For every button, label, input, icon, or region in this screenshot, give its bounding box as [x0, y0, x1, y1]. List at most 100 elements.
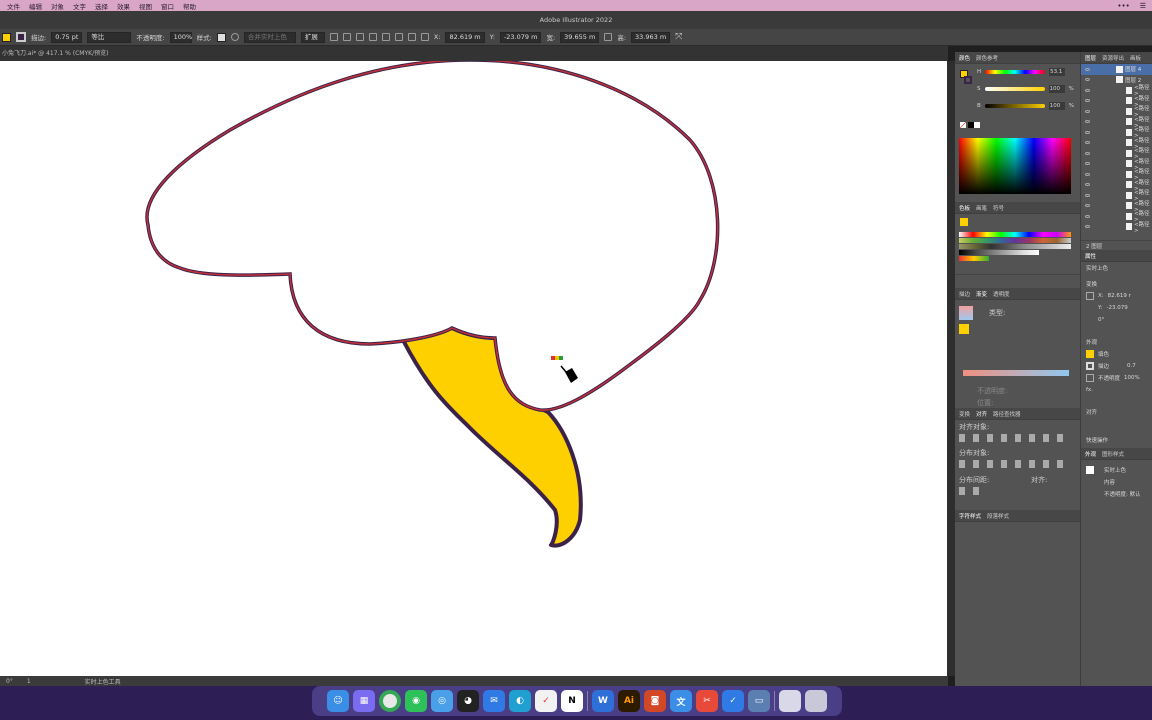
folder-icon[interactable] — [779, 690, 801, 712]
transform-icon[interactable]: ⤧ — [675, 32, 682, 42]
artboard-number[interactable]: 1 — [27, 678, 31, 685]
menu-file[interactable]: 文件 — [7, 1, 20, 11]
spacing-buttons[interactable] — [959, 487, 983, 495]
translate-icon[interactable]: 文 — [670, 690, 692, 712]
menu-effect[interactable]: 效果 — [117, 1, 130, 11]
eye-icon[interactable] — [1085, 99, 1090, 103]
tab-swatches[interactable]: 色板 — [959, 204, 970, 212]
menu-help[interactable]: 帮助 — [183, 1, 196, 11]
height-field[interactable]: 33.963 m — [631, 31, 671, 43]
stroke-weight-field[interactable]: 0.75 pt — [51, 31, 83, 43]
prop-y-field[interactable]: -23.079 — [1106, 305, 1127, 311]
tab-artboards[interactable]: 画板 — [1130, 54, 1141, 62]
align-top-icon[interactable] — [381, 33, 390, 41]
align-bottom-icon[interactable] — [407, 33, 416, 41]
opacity-field[interactable]: 100% — [169, 31, 192, 43]
artboard-icon[interactable] — [329, 33, 338, 41]
cut-icon[interactable]: ✂ — [696, 690, 718, 712]
stroke-color-chip[interactable] — [964, 76, 972, 84]
stroke-swatch[interactable] — [16, 32, 26, 42]
eye-icon[interactable] — [1085, 109, 1090, 113]
align-buttons[interactable] — [959, 434, 1069, 442]
brightness-value[interactable]: 100 — [1048, 102, 1065, 110]
menu-select[interactable]: 选择 — [95, 1, 108, 11]
eye-icon[interactable] — [1085, 130, 1090, 134]
appearance-content-row[interactable]: 内容 — [1081, 476, 1152, 488]
prop-opacity-field[interactable]: 100% — [1124, 375, 1140, 381]
tab-char-styles[interactable]: 字符样式 — [959, 512, 981, 520]
eye-icon[interactable] — [1085, 78, 1090, 82]
fx-button[interactable]: fx. — [1081, 384, 1152, 396]
edge-icon[interactable]: ◐ — [509, 690, 531, 712]
stroke-profile-select[interactable]: 等比 — [87, 31, 132, 43]
align-middle-icon[interactable] — [394, 33, 403, 41]
prop-angle-field[interactable]: 0° — [1098, 317, 1104, 323]
transform-ref-icon[interactable] — [420, 33, 429, 41]
link-icon[interactable] — [604, 33, 613, 41]
more-icon[interactable]: ••• — [1117, 2, 1129, 10]
merge-live-paint-button[interactable]: 合并实时上色 — [243, 31, 296, 43]
layer-row[interactable]: <路径> — [1081, 222, 1152, 234]
eye-icon[interactable] — [1085, 162, 1090, 166]
eye-icon[interactable] — [1085, 204, 1090, 208]
tab-properties[interactable]: 属性 — [1085, 252, 1096, 260]
reference-point-icon[interactable] — [1086, 292, 1094, 300]
prop-x-field[interactable]: 82.619 r — [1108, 293, 1131, 299]
menu-type[interactable]: 文字 — [73, 1, 86, 11]
none-swatch[interactable] — [960, 122, 966, 128]
launchpad-icon[interactable]: ▦ — [353, 690, 375, 712]
eye-icon[interactable] — [1085, 225, 1090, 229]
hue-slider[interactable] — [985, 70, 1046, 74]
hue-value[interactable]: 53.1 — [1049, 68, 1066, 76]
style-swatch[interactable] — [216, 32, 226, 42]
finder-icon[interactable]: ☺ — [327, 690, 349, 712]
y-field[interactable]: -23.079 m — [499, 31, 542, 43]
eye-icon[interactable] — [1085, 120, 1090, 124]
tab-appearance[interactable]: 外观 — [1085, 450, 1096, 458]
notion-icon[interactable]: N — [561, 690, 583, 712]
eye-icon[interactable] — [1085, 67, 1090, 71]
eye-icon[interactable] — [1085, 88, 1090, 92]
align-left-icon[interactable] — [342, 33, 351, 41]
word-icon[interactable]: W — [592, 690, 614, 712]
tab-stroke[interactable]: 描边 — [959, 290, 970, 298]
tab-gradient[interactable]: 渐变 — [976, 290, 987, 298]
width-field[interactable]: 39.655 m — [560, 31, 600, 43]
eye-icon[interactable] — [1085, 141, 1090, 145]
tab-pathfinder[interactable]: 路径查找器 — [993, 410, 1021, 418]
recolor-icon[interactable] — [230, 33, 239, 41]
align-center-icon[interactable] — [355, 33, 364, 41]
tab-symbols[interactable]: 符号 — [993, 204, 1004, 212]
control-center-icon[interactable]: ☰ — [1140, 2, 1146, 10]
tab-transparency[interactable]: 透明度 — [993, 290, 1010, 298]
eye-icon[interactable] — [1085, 214, 1090, 218]
preview-icon[interactable]: ▭ — [748, 690, 770, 712]
expand-button[interactable]: 扩展 — [300, 31, 325, 43]
stroke-chip[interactable] — [1086, 362, 1094, 370]
saturation-slider[interactable] — [984, 87, 1045, 91]
fill-swatch[interactable] — [2, 32, 11, 42]
eye-icon[interactable] — [1085, 183, 1090, 187]
color-spectrum[interactable] — [959, 138, 1071, 194]
swatches-grid[interactable] — [955, 214, 1080, 274]
artwork[interactable] — [0, 61, 947, 676]
trash-icon[interactable] — [805, 690, 827, 712]
distribute-buttons[interactable] — [959, 460, 1069, 468]
active-swatch[interactable] — [960, 218, 968, 226]
brightness-slider[interactable] — [984, 104, 1045, 108]
align-right-icon[interactable] — [368, 33, 377, 41]
gradient-slider[interactable] — [963, 370, 1069, 376]
eye-icon[interactable] — [1085, 193, 1090, 197]
calendar-icon[interactable]: ✓ — [535, 690, 557, 712]
tab-para-styles[interactable]: 段落样式 — [987, 512, 1009, 520]
qq-browser-icon[interactable]: ◎ — [431, 690, 453, 712]
qq-icon[interactable]: ◕ — [457, 690, 479, 712]
eye-icon[interactable] — [1085, 151, 1090, 155]
illustrator-icon[interactable]: Ai — [618, 690, 640, 712]
tab-color[interactable]: 颜色 — [959, 54, 970, 62]
artboard-canvas[interactable] — [0, 61, 947, 676]
gradient-preview[interactable] — [959, 306, 973, 320]
safari-icon[interactable]: ✓ — [722, 690, 744, 712]
layer-row[interactable]: 图层 4 — [1081, 64, 1152, 75]
prop-stroke-field[interactable]: 0.7 — [1127, 363, 1136, 369]
